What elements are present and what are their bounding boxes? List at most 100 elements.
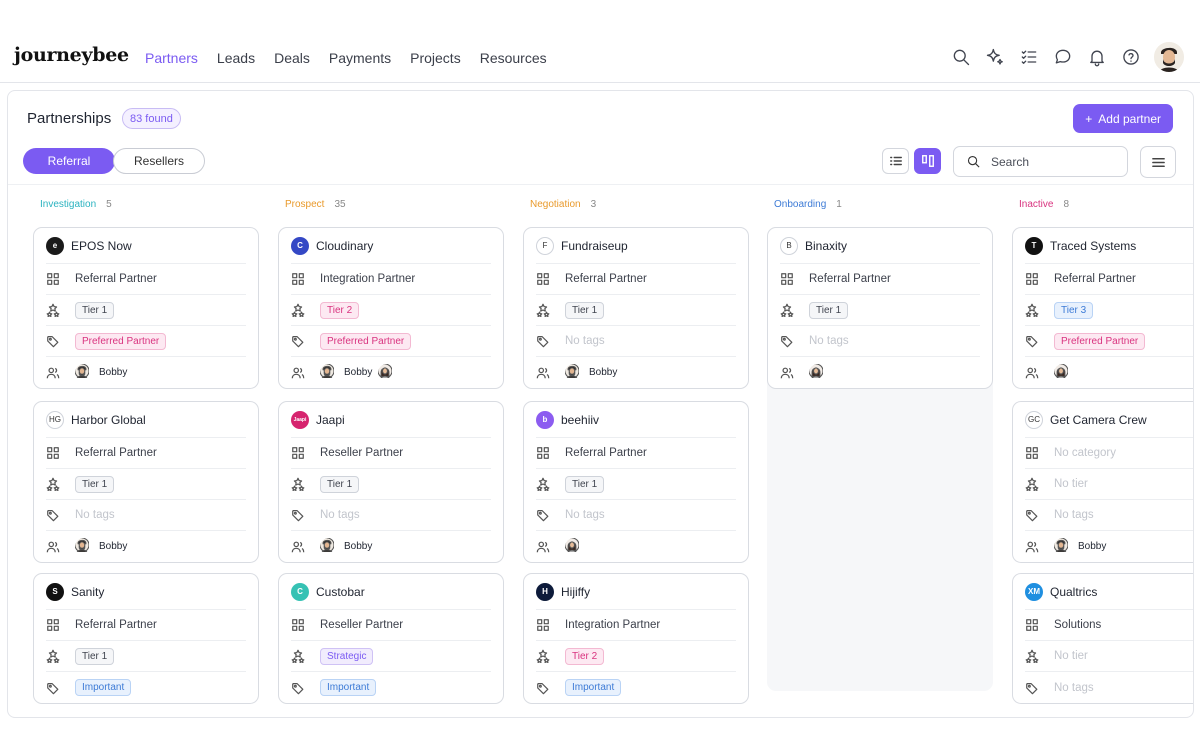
tags-value: No tags [565, 509, 605, 521]
category-value: Referral Partner [75, 447, 157, 459]
partner-name[interactable]: Cloudinary [316, 239, 373, 253]
manager-avatar[interactable] [1054, 537, 1072, 556]
tag-icon [47, 510, 59, 522]
tier-icon [46, 649, 60, 663]
partner-name[interactable]: Custobar [316, 585, 365, 599]
sparkle-icon[interactable] [984, 46, 1006, 68]
people-row: Bobby [46, 531, 246, 562]
tier-row: Tier 1 [46, 641, 246, 672]
manager-avatar[interactable] [320, 537, 338, 556]
category-icon [537, 273, 549, 285]
card-header: GC Get Camera Crew [1025, 402, 1193, 438]
partner-name[interactable]: beehiiv [561, 413, 599, 427]
user-avatar[interactable] [1154, 42, 1184, 72]
partner-name[interactable]: Qualtrics [1050, 585, 1097, 599]
manager-avatar[interactable] [320, 363, 338, 382]
partner-card[interactable]: XM Qualtrics Solutions No tier No tags [1012, 573, 1193, 704]
chat-icon[interactable] [1052, 46, 1074, 68]
search-icon[interactable] [950, 46, 972, 68]
tier-row: Tier 3 [1025, 295, 1193, 326]
board-view-button[interactable] [914, 148, 941, 174]
manager-avatar[interactable] [378, 363, 396, 382]
people-icon [291, 367, 305, 378]
partner-card[interactable]: b beehiiv Referral Partner Tier 1 No tags [523, 401, 749, 563]
kanban-icon [921, 155, 934, 167]
tag-chip: Important [75, 679, 132, 696]
people-icon [1025, 541, 1039, 552]
partner-card[interactable]: S Sanity Referral Partner Tier 1 Important [33, 573, 259, 704]
manager-avatar[interactable] [1054, 363, 1072, 382]
nav-resources[interactable]: Resources [480, 50, 547, 66]
tag-chip: Preferred Partner [1054, 332, 1146, 350]
column-header: Inactive 8 [1019, 199, 1069, 210]
partner-name[interactable]: Traced Systems [1050, 239, 1136, 253]
segment-resellers[interactable]: Resellers [113, 148, 205, 174]
partner-name[interactable]: Sanity [71, 585, 104, 599]
partner-card[interactable]: C Cloudinary Integration Partner Tier 2 Pref… [278, 227, 504, 389]
manager-avatar[interactable] [565, 537, 583, 556]
column-title: Inactive [1019, 199, 1054, 210]
partner-card[interactable]: GC Get Camera Crew No category No tier No ta… [1012, 401, 1193, 563]
partner-name[interactable]: Get Camera Crew [1050, 413, 1147, 427]
tags-value: No tags [320, 509, 360, 521]
partner-card[interactable]: F Fundraiseup Referral Partner Tier 1 No tag… [523, 227, 749, 389]
hamburger-icon [1151, 157, 1165, 167]
partner-card[interactable]: H Hijiffy Integration Partner Tier 2 Importa… [523, 573, 749, 704]
tags-row: No tags [291, 500, 491, 531]
card-header: H Hijiffy [536, 574, 736, 610]
tag-icon [537, 510, 549, 522]
partner-card[interactable]: C Custobar Reseller Partner Strategic Import… [278, 573, 504, 704]
partner-logo: H [536, 582, 554, 601]
category-row: Referral Partner [1025, 264, 1193, 295]
bell-icon[interactable] [1086, 46, 1108, 68]
people-icon [536, 541, 550, 552]
manager-avatar[interactable] [565, 363, 583, 382]
nav-deals[interactable]: Deals [274, 50, 310, 66]
partner-managers [809, 363, 827, 382]
add-partner-button[interactable]: + Add partner [1073, 104, 1173, 133]
tags-row: Important [46, 672, 246, 703]
list-view-button[interactable] [882, 148, 909, 174]
help-icon[interactable] [1120, 46, 1142, 68]
view-toggle [882, 148, 941, 174]
partner-card[interactable]: B Binaxity Referral Partner Tier 1 No tags [767, 227, 993, 389]
partner-logo: S [46, 582, 64, 601]
category-icon [47, 447, 59, 459]
nav-leads[interactable]: Leads [217, 50, 255, 66]
checklist-icon[interactable] [1018, 46, 1040, 68]
menu-button[interactable] [1140, 146, 1176, 178]
manager-avatar[interactable] [75, 537, 93, 556]
partner-card[interactable]: Jaapi Jaapi Reseller Partner Tier 1 No tags B… [278, 401, 504, 563]
category-icon [47, 273, 59, 285]
manager-avatar[interactable] [75, 363, 93, 382]
nav-payments[interactable]: Payments [329, 50, 391, 66]
brand-logo[interactable]: journeybee [14, 44, 129, 66]
search-input[interactable] [991, 154, 1111, 169]
segment-referral[interactable]: Referral [23, 148, 115, 174]
partner-card[interactable]: e EPOS Now Referral Partner Tier 1 Preferred… [33, 227, 259, 389]
tags-value: No tags [75, 509, 115, 521]
partner-card[interactable]: HG Harbor Global Referral Partner Tier 1 No … [33, 401, 259, 563]
partner-name[interactable]: Harbor Global [71, 413, 146, 427]
nav-partners[interactable]: Partners [145, 50, 198, 66]
manager-avatar[interactable] [809, 363, 827, 382]
category-row: Referral Partner [536, 438, 736, 469]
tier-icon [536, 303, 550, 317]
tags-row: No tags [46, 500, 246, 531]
tier-chip: Tier 1 [75, 647, 115, 665]
manager-name: Bobby [344, 367, 373, 378]
nav-projects[interactable]: Projects [410, 50, 461, 66]
partner-name[interactable]: Jaapi [316, 413, 345, 427]
partner-name[interactable]: Fundraiseup [561, 239, 628, 253]
partner-name[interactable]: EPOS Now [71, 239, 132, 253]
people-row: Bobby [291, 531, 491, 562]
category-icon [781, 273, 793, 285]
partner-name[interactable]: Hijiffy [561, 585, 590, 599]
people-row: Bobby [1025, 531, 1193, 562]
category-row: Solutions [1025, 610, 1193, 641]
partner-card[interactable]: T Traced Systems Referral Partner Tier 3 Pre… [1012, 227, 1193, 389]
column-title: Prospect [285, 199, 325, 210]
column-count: 1 [836, 199, 842, 210]
add-partner-label: Add partner [1098, 111, 1161, 126]
partner-name[interactable]: Binaxity [805, 239, 847, 253]
